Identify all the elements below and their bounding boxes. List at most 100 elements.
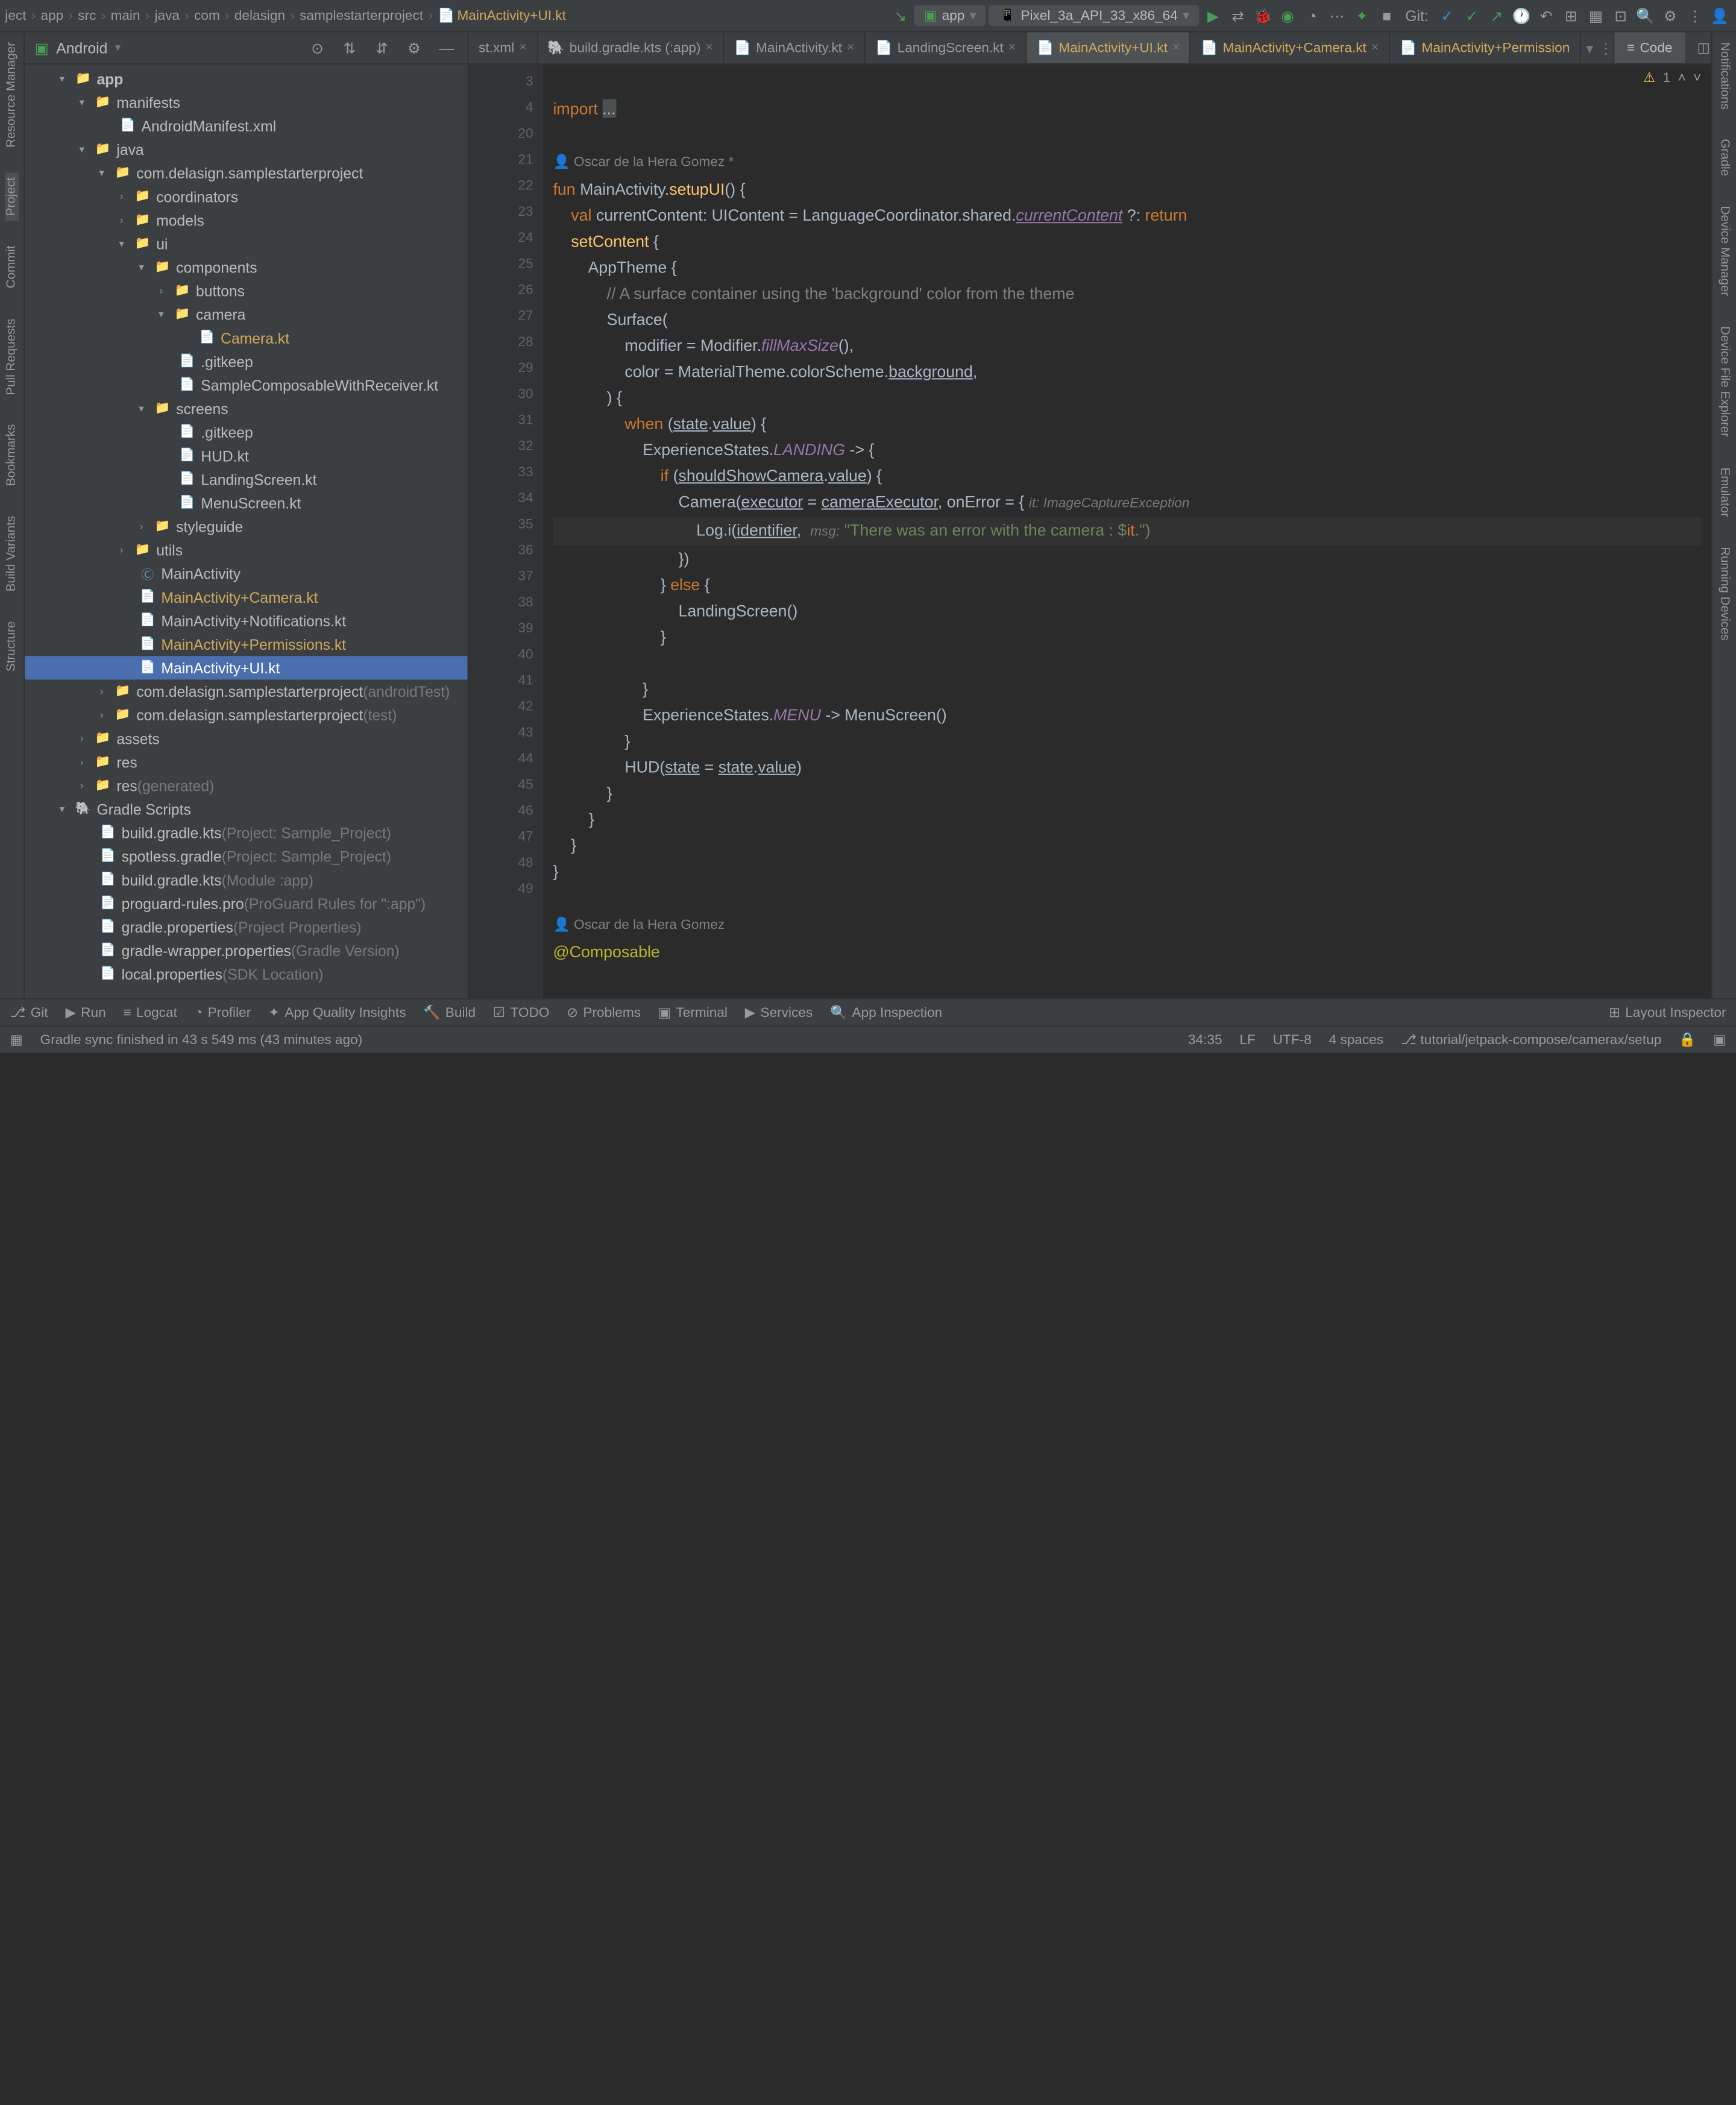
tree-local-props[interactable]: 📄local.properties (SDK Location) — [25, 962, 467, 986]
tab-main-activity-camera[interactable]: 📄MainActivity+Camera.kt× — [1191, 32, 1390, 63]
tree-ma-camera[interactable]: 📄MainActivity+Camera.kt — [25, 585, 467, 609]
lock-icon[interactable]: 🔒 — [1679, 1032, 1696, 1048]
panel-title[interactable]: Android — [56, 39, 107, 57]
hide-icon[interactable]: — — [435, 37, 458, 59]
close-icon[interactable]: × — [847, 41, 854, 55]
close-icon[interactable]: × — [1371, 41, 1379, 55]
todo-tool-window[interactable]: ☑TODO — [493, 1004, 550, 1021]
more-tabs-icon[interactable]: ▾ — [1586, 39, 1593, 57]
attach-icon[interactable]: ⋯ — [1326, 4, 1348, 27]
tool-window-icon[interactable]: ▦ — [10, 1032, 22, 1048]
tree-manifest-file[interactable]: 📄AndroidManifest.xml — [25, 114, 467, 137]
tree-app[interactable]: ▾📁app — [25, 67, 467, 90]
tree-gitkeep[interactable]: 📄.gitkeep — [25, 350, 467, 373]
tree-proguard[interactable]: 📄proguard-rules.pro (ProGuard Rules for … — [25, 892, 467, 915]
crumb[interactable]: ject — [5, 8, 26, 23]
tree-ma-notif[interactable]: 📄MainActivity+Notifications.kt — [25, 609, 467, 632]
line-gutter[interactable]: 3420212223242526272829303132333435363738… — [469, 65, 543, 998]
chevron-down-icon[interactable]: ▾ — [115, 41, 121, 55]
inspection-tool-window[interactable]: 🔍App Inspection — [830, 1004, 942, 1021]
resource-manager-tab[interactable]: Resource Manager — [5, 37, 19, 153]
tree-main-activity[interactable]: ⒸMainActivity — [25, 562, 467, 585]
tree-ma-ui[interactable]: 📄MainActivity+UI.kt — [25, 656, 467, 679]
build-tool-window[interactable]: 🔨Build — [423, 1004, 476, 1021]
notifications-tab[interactable]: Notifications — [1717, 37, 1731, 115]
account-icon[interactable]: 👤 — [1709, 4, 1731, 27]
tree-pkg-android-test[interactable]: ›📁com.delasign.samplestarterproject (and… — [25, 679, 467, 703]
tree-screens[interactable]: ▾📁screens — [25, 397, 467, 420]
tree-res-gen[interactable]: ›📁res (generated) — [25, 774, 467, 798]
tab-main-activity[interactable]: 📄MainActivity.kt× — [724, 32, 866, 63]
more-icon[interactable]: ✦ — [1351, 4, 1373, 27]
tabs-overflow-icon[interactable]: ⋮ — [1599, 39, 1614, 57]
tree-manifests[interactable]: ▾📁manifests — [25, 90, 467, 114]
editor-status-widget[interactable]: ⚠1 ˄ ˅ — [1643, 69, 1701, 86]
crumb[interactable]: delasign — [234, 8, 285, 23]
tree-java[interactable]: ▾📁java — [25, 137, 467, 161]
memory-icon[interactable]: ▣ — [1713, 1032, 1726, 1048]
tab-build-gradle[interactable]: 🐘build.gradle.kts (:app)× — [538, 32, 724, 63]
commit-tab[interactable]: Commit — [5, 241, 19, 293]
run-tool-window[interactable]: ▶Run — [66, 1004, 106, 1021]
git-update-icon[interactable]: ✓ — [1436, 4, 1458, 27]
tree-pkg-test[interactable]: ›📁com.delasign.samplestarterproject (tes… — [25, 703, 467, 726]
quality-tool-window[interactable]: ✦App Quality Insights — [268, 1004, 406, 1021]
indent-setting[interactable]: 4 spaces — [1329, 1033, 1384, 1048]
avd-icon[interactable]: ⊞ — [1560, 4, 1582, 27]
running-devices-tab[interactable]: Running Devices — [1717, 542, 1731, 646]
build-variants-tab[interactable]: Build Variants — [5, 511, 19, 597]
crumb[interactable]: java — [155, 8, 180, 23]
run-config-selector[interactable]: ▣ app ▾ — [914, 5, 987, 26]
tree-wrapper-props[interactable]: 📄gradle-wrapper.properties (Gradle Versi… — [25, 939, 467, 962]
tree-ma-perm[interactable]: 📄MainActivity+Permissions.kt — [25, 632, 467, 656]
tree-menu[interactable]: 📄MenuScreen.kt — [25, 491, 467, 515]
tree-gradle-scripts[interactable]: ▾🐘Gradle Scripts — [25, 798, 467, 821]
overflow-icon[interactable]: ⋮ — [1684, 4, 1706, 27]
device-selector[interactable]: 📱 Pixel_3a_API_33_x86_64 ▾ — [989, 5, 1200, 26]
sync-icon[interactable]: ↘ — [889, 4, 911, 27]
tree-styleguide[interactable]: ›📁styleguide — [25, 515, 467, 538]
tree-sample-composable[interactable]: 📄SampleComposableWithReceiver.kt — [25, 373, 467, 397]
tree-pkg[interactable]: ▾📁com.delasign.samplestarterproject — [25, 161, 467, 184]
profile-icon[interactable]: ◔ — [1301, 4, 1324, 27]
tree-assets[interactable]: ›📁assets — [25, 726, 467, 750]
stop-button[interactable]: ■ — [1376, 4, 1398, 27]
emulator-tab[interactable]: Emulator — [1717, 462, 1731, 522]
line-separator[interactable]: LF — [1239, 1033, 1255, 1048]
settings-icon[interactable]: ⚙ — [1659, 4, 1681, 27]
resource-icon[interactable]: ⊡ — [1609, 4, 1632, 27]
code-editor[interactable]: import ... 👤 Oscar de la Hera Gomez * fu… — [543, 65, 1711, 998]
tree-gradle-props[interactable]: 📄gradle.properties (Project Properties) — [25, 915, 467, 939]
profiler-tool-window[interactable]: ◔Profiler — [195, 1005, 251, 1020]
debug-button[interactable]: 🐞 — [1251, 4, 1274, 27]
tree-build-gradle[interactable]: 📄build.gradle.kts (Project: Sample_Proje… — [25, 821, 467, 845]
gradle-tab[interactable]: Gradle — [1717, 134, 1731, 181]
tab-main-activity-permission[interactable]: 📄MainActivity+Permission — [1390, 32, 1581, 63]
services-tool-window[interactable]: ▶Services — [745, 1004, 813, 1021]
crumb-file[interactable]: MainActivity+UI.kt — [457, 8, 565, 23]
bookmarks-tab[interactable]: Bookmarks — [5, 420, 19, 491]
tree-models[interactable]: ›📁models — [25, 209, 467, 232]
structure-tab[interactable]: Structure — [5, 617, 19, 677]
history-icon[interactable]: 🕐 — [1511, 4, 1533, 27]
problems-tool-window[interactable]: ⊘Problems — [567, 1004, 641, 1021]
device-file-explorer-tab[interactable]: Device File Explorer — [1717, 321, 1731, 442]
pull-requests-tab[interactable]: Pull Requests — [5, 313, 19, 400]
tree-components[interactable]: ▾📁components — [25, 256, 467, 279]
settings-icon[interactable]: ⚙ — [403, 37, 426, 59]
close-icon[interactable]: × — [1172, 41, 1180, 55]
rollback-icon[interactable]: ↶ — [1535, 4, 1558, 27]
tree-build-gradle2[interactable]: 📄build.gradle.kts (Module :app) — [25, 868, 467, 892]
tree-res[interactable]: ›📁res — [25, 750, 467, 774]
tree-hud[interactable]: 📄HUD.kt — [25, 444, 467, 467]
tab-st-xml[interactable]: st.xml× — [469, 32, 538, 63]
tree-gitkeep2[interactable]: 📄.gitkeep — [25, 420, 467, 444]
git-tool-window[interactable]: ⎇Git — [10, 1004, 48, 1021]
git-push-icon[interactable]: ↗ — [1485, 4, 1508, 27]
tree-ui[interactable]: ▾📁ui — [25, 232, 467, 256]
crumb[interactable]: src — [78, 8, 96, 23]
file-encoding[interactable]: UTF-8 — [1273, 1033, 1312, 1048]
git-branch[interactable]: ⎇ tutorial/jetpack-compose/camerax/setup — [1401, 1032, 1661, 1048]
terminal-tool-window[interactable]: ▣Terminal — [658, 1004, 728, 1021]
crumb[interactable]: main — [110, 8, 140, 23]
